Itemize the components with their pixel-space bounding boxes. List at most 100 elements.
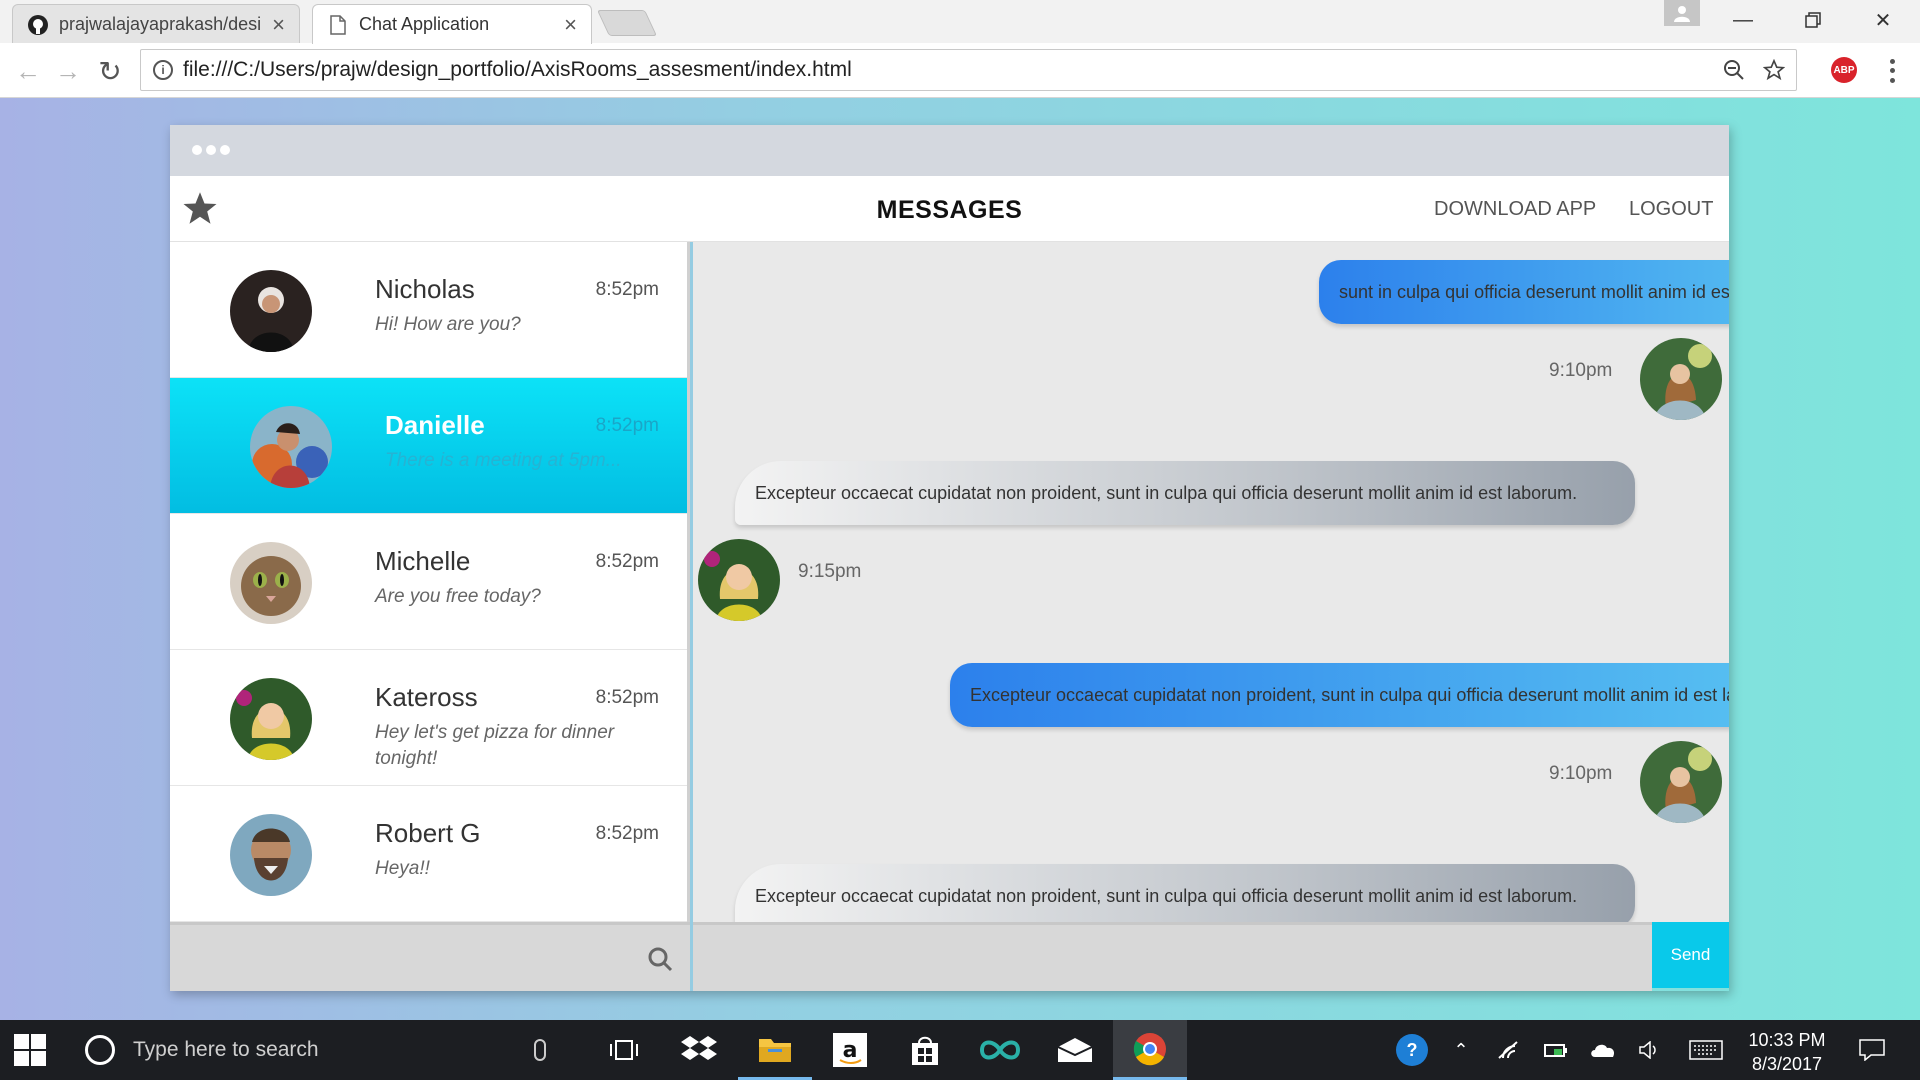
- contact-item[interactable]: Kateross 8:52pm Hey let's get pizza for …: [170, 650, 687, 786]
- microphone-icon[interactable]: [534, 1039, 546, 1061]
- svg-text:a: a: [843, 1038, 858, 1063]
- contact-item[interactable]: Michelle 8:52pm Are you free today?: [170, 514, 687, 650]
- profile-button[interactable]: [1664, 0, 1700, 26]
- contact-name: Michelle: [375, 546, 471, 576]
- window-dots-icon: [192, 145, 230, 155]
- tab-title: Chat Application: [359, 14, 490, 34]
- bookmark-star-icon[interactable]: [1756, 52, 1792, 88]
- chevron-up-icon[interactable]: ⌃: [1448, 1038, 1474, 1062]
- app-titlebar: [170, 125, 1729, 176]
- app-header: MESSAGES DOWNLOAD APP LOGOUT: [170, 176, 1729, 242]
- document-icon: [327, 14, 349, 36]
- browser-toolbar: ← → ↻ i file:///C:/Users/prajw/design_po…: [0, 43, 1920, 98]
- chat-app-window: MESSAGES DOWNLOAD APP LOGOUT Nicholas 8:…: [170, 125, 1729, 991]
- notifications-icon[interactable]: [1858, 1038, 1886, 1062]
- message-thread: sunt in culpa qui officia deserunt molli…: [693, 242, 1729, 922]
- contact-list: Nicholas 8:52pm Hi! How are you? Daniell…: [170, 242, 690, 922]
- onedrive-icon[interactable]: [1590, 1038, 1616, 1062]
- outgoing-message: Excepteur occaecat cupidatat non proiden…: [950, 663, 1729, 727]
- infinity-icon[interactable]: [963, 1020, 1037, 1080]
- tab-chat-application[interactable]: Chat Application ×: [312, 4, 592, 44]
- minimize-button[interactable]: —: [1708, 0, 1778, 40]
- volume-icon[interactable]: [1637, 1038, 1663, 1062]
- back-icon[interactable]: ←: [12, 55, 44, 87]
- contact-time: 8:52pm: [595, 823, 659, 844]
- browser-menu-icon[interactable]: [1882, 57, 1902, 85]
- contact-preview: Hi! How are you?: [375, 314, 521, 335]
- contact-preview: Are you free today?: [375, 586, 541, 607]
- tab-title: prajwalajayaprakash/desi: [59, 14, 262, 34]
- address-bar[interactable]: i file:///C:/Users/prajw/design_portfoli…: [140, 49, 1797, 91]
- github-icon: [27, 14, 49, 36]
- message-time: 9:10pm: [1549, 360, 1613, 381]
- windows-taskbar: Type here to search a ? ⌃ 10:33 PM 8/3/2…: [0, 1020, 1920, 1080]
- contact-item-active[interactable]: Danielle 8:52pm There is a meeting at 5p…: [170, 378, 687, 514]
- contact-preview: There is a meeting at 5pm...: [385, 450, 622, 471]
- chrome-icon[interactable]: [1113, 1020, 1187, 1080]
- contact-time: 8:52pm: [595, 415, 659, 436]
- contact-item[interactable]: Nicholas 8:52pm Hi! How are you?: [170, 242, 687, 378]
- url-text[interactable]: file:///C:/Users/prajw/design_portfolio/…: [183, 58, 1716, 82]
- adblock-icon[interactable]: ABP: [1831, 57, 1857, 83]
- logout-link[interactable]: LOGOUT: [1629, 198, 1713, 221]
- outgoing-message: sunt in culpa qui officia deserunt molli…: [1319, 260, 1729, 324]
- file-explorer-icon[interactable]: [738, 1020, 812, 1080]
- message-time: 9:10pm: [1549, 763, 1613, 784]
- mail-icon[interactable]: [1038, 1020, 1112, 1080]
- keyboard-icon[interactable]: [1688, 1038, 1724, 1062]
- taskbar-search-placeholder: Type here to search: [133, 1038, 319, 1061]
- incoming-message: Excepteur occaecat cupidatat non proiden…: [735, 864, 1635, 922]
- contact-time: 8:52pm: [595, 279, 659, 300]
- wifi-icon[interactable]: [1495, 1038, 1521, 1062]
- zoom-icon[interactable]: [1716, 52, 1752, 88]
- avatar: [230, 678, 312, 760]
- amazon-icon[interactable]: a: [813, 1020, 887, 1080]
- message-input[interactable]: [693, 922, 1652, 991]
- incoming-message: Excepteur occaecat cupidatat non proiden…: [735, 461, 1635, 525]
- contact-preview: Hey let's get pizza for dinner tonight!: [375, 722, 615, 769]
- cortana-icon: [85, 1035, 115, 1065]
- contact-name: Kateross: [375, 682, 478, 712]
- contact-preview: Heya!!: [375, 858, 430, 879]
- avatar: [250, 406, 332, 488]
- dropbox-icon[interactable]: [662, 1020, 736, 1080]
- avatar: [230, 542, 312, 624]
- contact-name: Robert G: [375, 818, 481, 848]
- send-button[interactable]: Send: [1652, 922, 1729, 988]
- avatar: [230, 814, 312, 896]
- battery-icon[interactable]: [1543, 1038, 1569, 1062]
- info-icon[interactable]: i: [153, 60, 173, 80]
- taskbar-search[interactable]: Type here to search: [70, 1020, 570, 1080]
- tab-github[interactable]: prajwalajayaprakash/desi ×: [12, 4, 300, 44]
- browser-tab-strip: prajwalajayaprakash/desi × Chat Applicat…: [0, 0, 1920, 44]
- new-tab-button[interactable]: [596, 10, 658, 36]
- avatar: [1640, 338, 1722, 420]
- close-icon[interactable]: ×: [564, 12, 577, 38]
- avatar: [698, 539, 780, 621]
- system-clock[interactable]: 10:33 PM 8/3/2017: [1742, 1028, 1832, 1076]
- contact-search-bar[interactable]: [170, 922, 690, 991]
- avatar: [230, 270, 312, 352]
- task-view-icon[interactable]: [587, 1020, 661, 1080]
- forward-icon[interactable]: →: [52, 55, 84, 87]
- reload-icon[interactable]: ↻: [94, 55, 126, 87]
- contact-time: 8:52pm: [595, 551, 659, 572]
- download-app-link[interactable]: DOWNLOAD APP: [1434, 198, 1596, 221]
- help-icon[interactable]: ?: [1396, 1034, 1428, 1066]
- contact-name: Nicholas: [375, 274, 475, 304]
- windows-start-icon[interactable]: [14, 1034, 46, 1066]
- clock-time: 10:33 PM: [1748, 1030, 1826, 1050]
- avatar: [1640, 741, 1722, 823]
- close-icon[interactable]: ×: [272, 12, 285, 38]
- store-icon[interactable]: [888, 1020, 962, 1080]
- clock-date: 8/3/2017: [1751, 1054, 1823, 1074]
- contact-item[interactable]: Robert G 8:52pm Heya!!: [170, 786, 687, 922]
- contact-name: Danielle: [385, 410, 485, 440]
- close-window-button[interactable]: ✕: [1848, 0, 1918, 40]
- message-time: 9:15pm: [798, 561, 862, 582]
- search-icon[interactable]: [646, 945, 674, 973]
- restore-icon: [1805, 12, 1821, 28]
- restore-button[interactable]: [1778, 0, 1848, 40]
- user-icon: [1674, 6, 1690, 22]
- contact-time: 8:52pm: [595, 687, 659, 708]
